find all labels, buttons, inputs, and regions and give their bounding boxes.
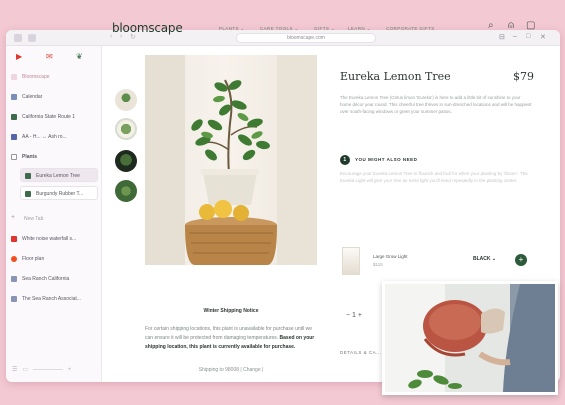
figma-icon xyxy=(11,255,17,262)
watering-photo xyxy=(382,281,558,395)
account-icon[interactable]: ⍝ xyxy=(508,20,514,31)
color-select[interactable]: BLACK ⌄ xyxy=(473,256,496,262)
plus-icon: + xyxy=(11,213,16,221)
thumbnail-4[interactable] xyxy=(115,180,137,202)
sidebar-item-bloomscape[interactable]: Bloomscape xyxy=(11,70,99,84)
sidebar: ▶ ✉ ❦ Bloomscape Calendar California Sta… xyxy=(6,46,102,382)
addon-price: $115 xyxy=(373,262,383,267)
add-addon-button[interactable]: + xyxy=(515,254,527,266)
search-icon[interactable]: ⌕ xyxy=(488,20,494,31)
winter-notice-body: For certain shipping locations, this pla… xyxy=(145,326,315,350)
gmail-pinned-icon[interactable]: ✉ xyxy=(46,52,53,61)
shipping-location[interactable]: Shipping to 98008 | Change | xyxy=(145,367,317,373)
leaf-pinned-icon[interactable]: ❦ xyxy=(76,52,83,61)
thumbnail-2[interactable] xyxy=(115,118,137,140)
also-need-text: Encourage your Eureka Lemon Tree to flou… xyxy=(340,171,528,183)
close-icon[interactable]: ✕ xyxy=(540,33,546,41)
sidebar-item-eureka-lemon[interactable]: Eureka Lemon Tree xyxy=(20,168,98,182)
sidebar-new-tab[interactable]: + New Tab xyxy=(11,212,99,226)
sidebar-item-sea-ranch-association[interactable]: The Sea Ranch Associat... xyxy=(11,292,99,306)
nav-plants[interactable]: PLANTS ⌄ xyxy=(219,26,245,32)
lemon-tree-illustration xyxy=(145,55,317,265)
app-menu-icon[interactable] xyxy=(14,34,22,42)
bookmark-icon xyxy=(11,113,17,120)
sidebar-item-sea-ranch[interactable]: Sea Ranch California xyxy=(11,272,99,286)
details-care-tab[interactable]: DETAILS & CA... xyxy=(340,350,381,355)
nav-corporate-gifts[interactable]: CORPORATE GIFTS xyxy=(386,26,435,31)
addon-name: Large Grow Light xyxy=(373,254,408,259)
sidebar-item-route[interactable]: California State Route 1 xyxy=(11,110,99,124)
youtube-pinned-icon[interactable]: ▶ xyxy=(16,52,22,61)
product-hero-image xyxy=(145,55,317,265)
sidebar-item-calendar[interactable]: Calendar xyxy=(11,90,99,104)
product-description: The Eureka Lemon Tree (Citrus limon 'Eur… xyxy=(340,95,532,114)
tab-icon xyxy=(11,275,17,282)
thumbnail-3[interactable] xyxy=(115,150,137,172)
nav-gifts[interactable]: GIFTS ⌄ xyxy=(314,26,335,32)
calendar-icon xyxy=(11,93,17,100)
home-icon xyxy=(11,73,17,80)
brand-logo[interactable]: bloomscape xyxy=(112,21,183,35)
pinned-tabs: ▶ ✉ ❦ xyxy=(12,52,96,64)
also-need-heading: 1 YOU MIGHT ALSO NEED xyxy=(340,155,417,165)
sidebar-item-burgundy-rubber[interactable]: Burgundy Rubber T... xyxy=(20,186,98,200)
youtube-icon xyxy=(11,235,17,242)
minimize-icon[interactable]: – xyxy=(513,33,517,40)
watering-plant-illustration xyxy=(385,284,555,392)
split-view-icon[interactable]: ⊟ xyxy=(499,33,505,41)
url-bar[interactable]: bloomscape.com xyxy=(236,33,376,43)
product-title: Eureka Lemon Tree xyxy=(340,70,451,83)
quantity-stepper[interactable]: − 1 + xyxy=(346,312,362,319)
maximize-icon[interactable]: □ xyxy=(526,33,530,40)
title-bar: ‹ › ↻ bloomscape.com ⊟ – □ ✕ xyxy=(6,30,560,46)
folder-icon xyxy=(11,153,17,160)
sidebar-item-white-noise[interactable]: White noise waterfall s... xyxy=(11,232,99,246)
sidebar-footer-icons[interactable]: ☰ ▭ ─────── + xyxy=(12,366,71,373)
sidebar-folder-plants[interactable]: Plants xyxy=(11,150,99,164)
grow-light-image xyxy=(342,247,360,275)
nav-learn[interactable]: LEARN ⌄ xyxy=(348,26,371,32)
plant-tab-icon xyxy=(25,190,31,197)
sidebar-item-split[interactable]: AA - H... ↔ Ash ro... xyxy=(11,130,99,144)
step-number: 1 xyxy=(340,155,350,165)
addon-product: Large Grow Light $115 BLACK ⌄ + xyxy=(340,245,530,277)
tab-icon xyxy=(11,295,17,302)
sidebar-toggle-icon[interactable] xyxy=(28,34,36,42)
plant-tab-icon xyxy=(25,172,31,179)
cart-icon[interactable]: ▢ xyxy=(526,20,535,31)
sidebar-item-floor-plan[interactable]: Floor plan xyxy=(11,252,99,266)
product-price: $79 xyxy=(513,70,534,83)
tab-icon xyxy=(11,133,17,140)
winter-notice-title: Winter Shipping Notice xyxy=(203,308,259,314)
thumbnail-1[interactable] xyxy=(115,89,137,111)
nav-care-tools[interactable]: CARE TOOLS ⌄ xyxy=(260,26,299,32)
